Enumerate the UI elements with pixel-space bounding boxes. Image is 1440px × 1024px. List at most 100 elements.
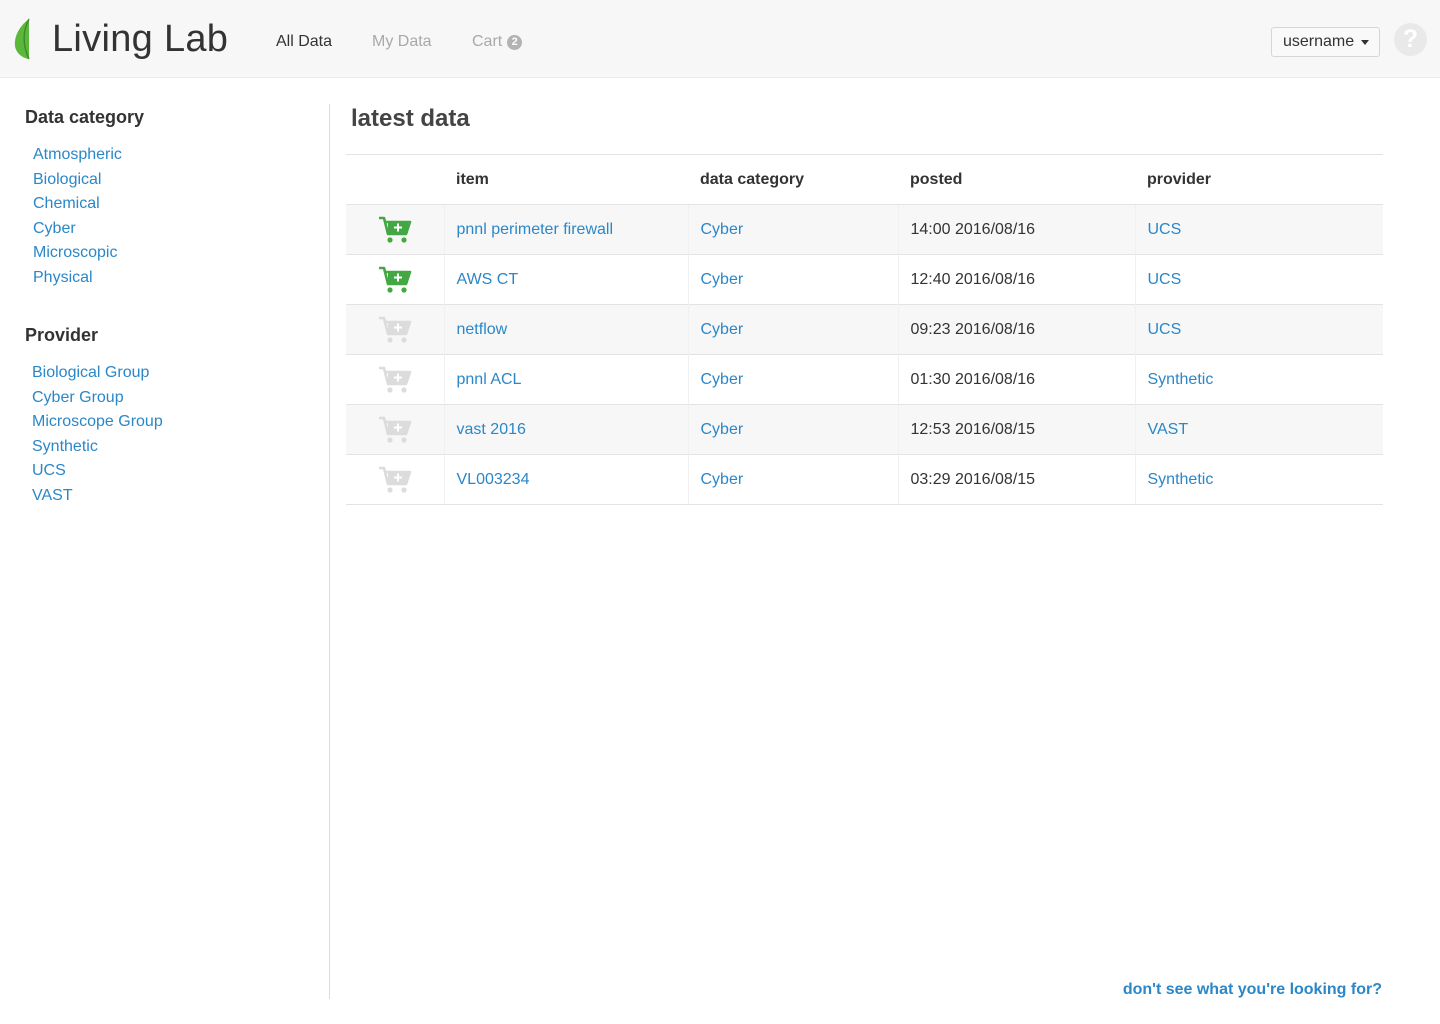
category-link[interactable]: Cyber — [701, 421, 744, 438]
provider-cell: UCS — [1134, 304, 1383, 355]
nav-cart[interactable]: Cart 2 — [472, 32, 523, 52]
table-row: pnnl perimeter firewall Cyber 14:00 2016… — [346, 204, 1383, 255]
category-item: Cyber — [33, 217, 122, 242]
item-cell: pnnl perimeter firewall — [443, 204, 688, 255]
item-cell: VL003234 — [443, 454, 688, 505]
category-item: Chemical — [33, 192, 122, 217]
provider-item: Microscope Group — [32, 410, 163, 435]
category-item: Biological — [33, 168, 122, 193]
category-cell: Cyber — [687, 454, 898, 505]
nav-all-data[interactable]: All Data — [276, 32, 332, 52]
cart-cell — [346, 454, 444, 505]
category-link[interactable]: Cyber — [701, 371, 744, 388]
provider-cell: Synthetic — [1134, 354, 1383, 405]
user-menu-label: username — [1283, 33, 1355, 50]
top-navbar: Living Lab All Data My Data Cart 2 usern… — [0, 0, 1440, 78]
brand[interactable]: Living Lab — [14, 18, 228, 60]
nav-my-data[interactable]: My Data — [372, 32, 432, 52]
provider-link-synthetic[interactable]: Synthetic — [32, 435, 163, 460]
table-row: vast 2016 Cyber 12:53 2016/08/15 VAST — [346, 404, 1383, 455]
column-header-cart — [346, 154, 444, 205]
category-link-cyber[interactable]: Cyber — [33, 217, 122, 242]
category-cell: Cyber — [687, 254, 898, 305]
column-header-item[interactable]: item — [444, 154, 688, 205]
cart-plus-disabled-icon — [378, 316, 412, 343]
category-cell: Cyber — [687, 304, 898, 355]
column-header-provider[interactable]: provider — [1135, 154, 1383, 205]
caret-down-icon — [1361, 39, 1370, 45]
table-header-row: item data category posted provider — [346, 154, 1383, 205]
help-request-link[interactable]: don't see what you're looking for? — [1123, 980, 1382, 1000]
cart-cell — [346, 254, 444, 305]
category-link[interactable]: Cyber — [701, 321, 744, 338]
provider-item: UCS — [32, 459, 163, 484]
table-row: netflow Cyber 09:23 2016/08/16 UCS — [346, 304, 1383, 355]
brand-name: Living Lab — [52, 18, 229, 60]
category-link-chemical[interactable]: Chemical — [33, 192, 122, 217]
category-cell: Cyber — [687, 204, 898, 255]
user-menu-dropdown[interactable]: username — [1271, 27, 1380, 57]
posted-cell: 03:29 2016/08/15 — [897, 454, 1135, 505]
provider-link-microscope-group[interactable]: Microscope Group — [32, 410, 163, 435]
provider-link-vast[interactable]: VAST — [32, 484, 163, 509]
category-link-biological[interactable]: Biological — [33, 168, 122, 193]
item-link[interactable]: VL003234 — [457, 471, 530, 488]
category-link-microscopic[interactable]: Microscopic — [33, 241, 122, 266]
provider-link[interactable]: UCS — [1148, 221, 1182, 238]
item-cell: netflow — [443, 304, 688, 355]
provider-cell: Synthetic — [1134, 454, 1383, 505]
item-link[interactable]: vast 2016 — [457, 421, 526, 438]
cart-cell — [346, 204, 444, 255]
category-link-atmospheric[interactable]: Atmospheric — [33, 143, 122, 168]
help-icon[interactable]: ? — [1394, 23, 1427, 56]
category-link[interactable]: Cyber — [701, 271, 744, 288]
category-heading: Data category — [25, 107, 145, 127]
filter-sidebar: Data category Atmospheric Biological Che… — [0, 104, 330, 999]
item-link[interactable]: netflow — [457, 321, 508, 338]
cart-plus-icon[interactable] — [378, 266, 412, 294]
cart-cell — [346, 404, 444, 455]
posted-cell: 01:30 2016/08/16 — [897, 354, 1135, 405]
item-link[interactable]: pnnl perimeter firewall — [457, 221, 614, 238]
nav-cart-label: Cart — [472, 33, 503, 50]
provider-item: Biological Group — [32, 361, 163, 386]
latest-data-table: item data category posted provider pnnl … — [346, 154, 1383, 505]
provider-cell: VAST — [1134, 404, 1383, 455]
provider-item: Cyber Group — [32, 386, 163, 411]
category-item: Microscopic — [33, 241, 122, 266]
category-link[interactable]: Cyber — [701, 221, 744, 238]
provider-link[interactable]: Synthetic — [1148, 371, 1214, 388]
provider-cell: UCS — [1134, 254, 1383, 305]
provider-heading: Provider — [25, 325, 99, 345]
category-item: Atmospheric — [33, 143, 122, 168]
provider-link[interactable]: UCS — [1148, 321, 1182, 338]
provider-link[interactable]: Synthetic — [1148, 471, 1214, 488]
cart-cell — [346, 304, 444, 355]
provider-cell: UCS — [1134, 204, 1383, 255]
item-link[interactable]: pnnl ACL — [457, 371, 522, 388]
cart-plus-icon[interactable] — [378, 216, 412, 244]
item-link[interactable]: AWS CT — [457, 271, 519, 288]
posted-cell: 12:53 2016/08/15 — [897, 404, 1135, 455]
provider-link-ucs[interactable]: UCS — [32, 459, 163, 484]
table-row: VL003234 Cyber 03:29 2016/08/15 Syntheti… — [346, 454, 1383, 505]
provider-item: Synthetic — [32, 435, 163, 460]
posted-cell: 12:40 2016/08/16 — [897, 254, 1135, 305]
provider-link-biological-group[interactable]: Biological Group — [32, 361, 163, 386]
cart-cell — [346, 354, 444, 405]
item-cell: pnnl ACL — [443, 354, 688, 405]
cart-plus-disabled-icon — [378, 366, 412, 393]
provider-item: VAST — [32, 484, 163, 509]
provider-link[interactable]: UCS — [1148, 271, 1182, 288]
provider-link[interactable]: VAST — [1148, 421, 1189, 438]
column-header-category[interactable]: data category — [688, 154, 898, 205]
category-cell: Cyber — [687, 354, 898, 405]
item-cell: AWS CT — [443, 254, 688, 305]
item-cell: vast 2016 — [443, 404, 688, 455]
posted-cell: 09:23 2016/08/16 — [897, 304, 1135, 355]
category-list: Atmospheric Biological Chemical Cyber Mi… — [33, 143, 122, 291]
category-link-physical[interactable]: Physical — [33, 266, 122, 291]
column-header-posted[interactable]: posted — [898, 154, 1135, 205]
category-link[interactable]: Cyber — [701, 471, 744, 488]
provider-link-cyber-group[interactable]: Cyber Group — [32, 386, 163, 411]
